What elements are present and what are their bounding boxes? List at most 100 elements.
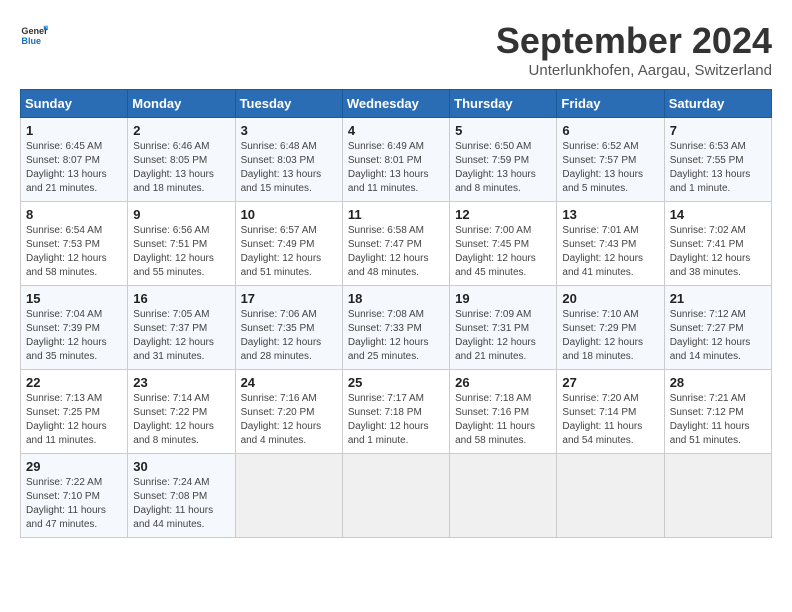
- col-header-sunday: Sunday: [21, 90, 128, 118]
- day-detail: Sunrise: 7:24 AMSunset: 7:08 PMDaylight:…: [133, 477, 213, 530]
- logo: General Blue: [20, 20, 48, 48]
- day-detail: Sunrise: 7:00 AMSunset: 7:45 PMDaylight:…: [455, 225, 536, 278]
- calendar-cell: 18 Sunrise: 7:08 AMSunset: 7:33 PMDaylig…: [342, 286, 449, 370]
- day-detail: Sunrise: 7:01 AMSunset: 7:43 PMDaylight:…: [562, 225, 643, 278]
- col-header-thursday: Thursday: [450, 90, 557, 118]
- calendar-cell: 9 Sunrise: 6:56 AMSunset: 7:51 PMDayligh…: [128, 202, 235, 286]
- day-number: 16: [133, 291, 229, 306]
- day-number: 11: [348, 207, 444, 222]
- day-number: 1: [26, 123, 122, 138]
- day-detail: Sunrise: 7:05 AMSunset: 7:37 PMDaylight:…: [133, 309, 214, 362]
- day-number: 29: [26, 459, 122, 474]
- calendar-cell: 12 Sunrise: 7:00 AMSunset: 7:45 PMDaylig…: [450, 202, 557, 286]
- day-number: 23: [133, 375, 229, 390]
- calendar-cell: [235, 454, 342, 538]
- day-number: 8: [26, 207, 122, 222]
- calendar-table: SundayMondayTuesdayWednesdayThursdayFrid…: [20, 89, 772, 538]
- calendar-cell: 8 Sunrise: 6:54 AMSunset: 7:53 PMDayligh…: [21, 202, 128, 286]
- calendar-cell: 21 Sunrise: 7:12 AMSunset: 7:27 PMDaylig…: [664, 286, 771, 370]
- calendar-cell: 2 Sunrise: 6:46 AMSunset: 8:05 PMDayligh…: [128, 118, 235, 202]
- calendar-week-5: 29 Sunrise: 7:22 AMSunset: 7:10 PMDaylig…: [21, 454, 772, 538]
- col-header-tuesday: Tuesday: [235, 90, 342, 118]
- calendar-cell: 16 Sunrise: 7:05 AMSunset: 7:37 PMDaylig…: [128, 286, 235, 370]
- calendar-week-1: 1 Sunrise: 6:45 AMSunset: 8:07 PMDayligh…: [21, 118, 772, 202]
- day-detail: Sunrise: 6:46 AMSunset: 8:05 PMDaylight:…: [133, 141, 214, 194]
- calendar-header-row: SundayMondayTuesdayWednesdayThursdayFrid…: [21, 90, 772, 118]
- day-detail: Sunrise: 6:48 AMSunset: 8:03 PMDaylight:…: [241, 141, 322, 194]
- day-detail: Sunrise: 7:18 AMSunset: 7:16 PMDaylight:…: [455, 393, 535, 446]
- day-detail: Sunrise: 6:58 AMSunset: 7:47 PMDaylight:…: [348, 225, 429, 278]
- day-number: 17: [241, 291, 337, 306]
- calendar-week-2: 8 Sunrise: 6:54 AMSunset: 7:53 PMDayligh…: [21, 202, 772, 286]
- page-header: General Blue September 2024 Unterlunkhof…: [20, 20, 772, 79]
- day-number: 30: [133, 459, 229, 474]
- day-detail: Sunrise: 7:12 AMSunset: 7:27 PMDaylight:…: [670, 309, 751, 362]
- calendar-cell: 24 Sunrise: 7:16 AMSunset: 7:20 PMDaylig…: [235, 370, 342, 454]
- calendar-cell: 25 Sunrise: 7:17 AMSunset: 7:18 PMDaylig…: [342, 370, 449, 454]
- day-detail: Sunrise: 7:16 AMSunset: 7:20 PMDaylight:…: [241, 393, 322, 446]
- calendar-cell: 27 Sunrise: 7:20 AMSunset: 7:14 PMDaylig…: [557, 370, 664, 454]
- day-number: 5: [455, 123, 551, 138]
- day-detail: Sunrise: 7:22 AMSunset: 7:10 PMDaylight:…: [26, 477, 106, 530]
- day-detail: Sunrise: 6:45 AMSunset: 8:07 PMDaylight:…: [26, 141, 107, 194]
- col-header-monday: Monday: [128, 90, 235, 118]
- day-detail: Sunrise: 7:20 AMSunset: 7:14 PMDaylight:…: [562, 393, 642, 446]
- day-number: 9: [133, 207, 229, 222]
- calendar-cell: [450, 454, 557, 538]
- day-number: 28: [670, 375, 766, 390]
- day-number: 22: [26, 375, 122, 390]
- day-detail: Sunrise: 7:02 AMSunset: 7:41 PMDaylight:…: [670, 225, 751, 278]
- day-detail: Sunrise: 6:54 AMSunset: 7:53 PMDaylight:…: [26, 225, 107, 278]
- col-header-friday: Friday: [557, 90, 664, 118]
- calendar-cell: 10 Sunrise: 6:57 AMSunset: 7:49 PMDaylig…: [235, 202, 342, 286]
- day-number: 13: [562, 207, 658, 222]
- day-number: 10: [241, 207, 337, 222]
- day-number: 6: [562, 123, 658, 138]
- calendar-cell: 15 Sunrise: 7:04 AMSunset: 7:39 PMDaylig…: [21, 286, 128, 370]
- day-detail: Sunrise: 6:53 AMSunset: 7:55 PMDaylight:…: [670, 141, 751, 194]
- day-detail: Sunrise: 7:06 AMSunset: 7:35 PMDaylight:…: [241, 309, 322, 362]
- calendar-cell: 30 Sunrise: 7:24 AMSunset: 7:08 PMDaylig…: [128, 454, 235, 538]
- day-detail: Sunrise: 6:56 AMSunset: 7:51 PMDaylight:…: [133, 225, 214, 278]
- day-detail: Sunrise: 7:09 AMSunset: 7:31 PMDaylight:…: [455, 309, 536, 362]
- day-number: 26: [455, 375, 551, 390]
- day-number: 12: [455, 207, 551, 222]
- calendar-cell: 5 Sunrise: 6:50 AMSunset: 7:59 PMDayligh…: [450, 118, 557, 202]
- calendar-cell: [342, 454, 449, 538]
- calendar-cell: 28 Sunrise: 7:21 AMSunset: 7:12 PMDaylig…: [664, 370, 771, 454]
- svg-text:Blue: Blue: [21, 36, 41, 46]
- calendar-cell: 4 Sunrise: 6:49 AMSunset: 8:01 PMDayligh…: [342, 118, 449, 202]
- day-detail: Sunrise: 7:13 AMSunset: 7:25 PMDaylight:…: [26, 393, 107, 446]
- calendar-cell: 6 Sunrise: 6:52 AMSunset: 7:57 PMDayligh…: [557, 118, 664, 202]
- calendar-cell: 17 Sunrise: 7:06 AMSunset: 7:35 PMDaylig…: [235, 286, 342, 370]
- day-detail: Sunrise: 7:14 AMSunset: 7:22 PMDaylight:…: [133, 393, 214, 446]
- day-number: 19: [455, 291, 551, 306]
- title-block: September 2024 Unterlunkhofen, Aargau, S…: [496, 20, 772, 79]
- col-header-wednesday: Wednesday: [342, 90, 449, 118]
- calendar-cell: 14 Sunrise: 7:02 AMSunset: 7:41 PMDaylig…: [664, 202, 771, 286]
- day-number: 21: [670, 291, 766, 306]
- calendar-week-4: 22 Sunrise: 7:13 AMSunset: 7:25 PMDaylig…: [21, 370, 772, 454]
- calendar-cell: 22 Sunrise: 7:13 AMSunset: 7:25 PMDaylig…: [21, 370, 128, 454]
- day-detail: Sunrise: 7:08 AMSunset: 7:33 PMDaylight:…: [348, 309, 429, 362]
- calendar-cell: 26 Sunrise: 7:18 AMSunset: 7:16 PMDaylig…: [450, 370, 557, 454]
- day-detail: Sunrise: 6:49 AMSunset: 8:01 PMDaylight:…: [348, 141, 429, 194]
- day-detail: Sunrise: 6:52 AMSunset: 7:57 PMDaylight:…: [562, 141, 643, 194]
- location-subtitle: Unterlunkhofen, Aargau, Switzerland: [496, 62, 772, 79]
- calendar-cell: 19 Sunrise: 7:09 AMSunset: 7:31 PMDaylig…: [450, 286, 557, 370]
- calendar-cell: 7 Sunrise: 6:53 AMSunset: 7:55 PMDayligh…: [664, 118, 771, 202]
- calendar-cell: 11 Sunrise: 6:58 AMSunset: 7:47 PMDaylig…: [342, 202, 449, 286]
- month-title: September 2024: [496, 20, 772, 62]
- day-detail: Sunrise: 6:50 AMSunset: 7:59 PMDaylight:…: [455, 141, 536, 194]
- calendar-cell: 13 Sunrise: 7:01 AMSunset: 7:43 PMDaylig…: [557, 202, 664, 286]
- calendar-week-3: 15 Sunrise: 7:04 AMSunset: 7:39 PMDaylig…: [21, 286, 772, 370]
- calendar-cell: [557, 454, 664, 538]
- day-number: 25: [348, 375, 444, 390]
- day-number: 27: [562, 375, 658, 390]
- day-detail: Sunrise: 7:10 AMSunset: 7:29 PMDaylight:…: [562, 309, 643, 362]
- day-detail: Sunrise: 6:57 AMSunset: 7:49 PMDaylight:…: [241, 225, 322, 278]
- calendar-cell: 3 Sunrise: 6:48 AMSunset: 8:03 PMDayligh…: [235, 118, 342, 202]
- day-detail: Sunrise: 7:21 AMSunset: 7:12 PMDaylight:…: [670, 393, 750, 446]
- calendar-cell: 20 Sunrise: 7:10 AMSunset: 7:29 PMDaylig…: [557, 286, 664, 370]
- day-detail: Sunrise: 7:17 AMSunset: 7:18 PMDaylight:…: [348, 393, 429, 446]
